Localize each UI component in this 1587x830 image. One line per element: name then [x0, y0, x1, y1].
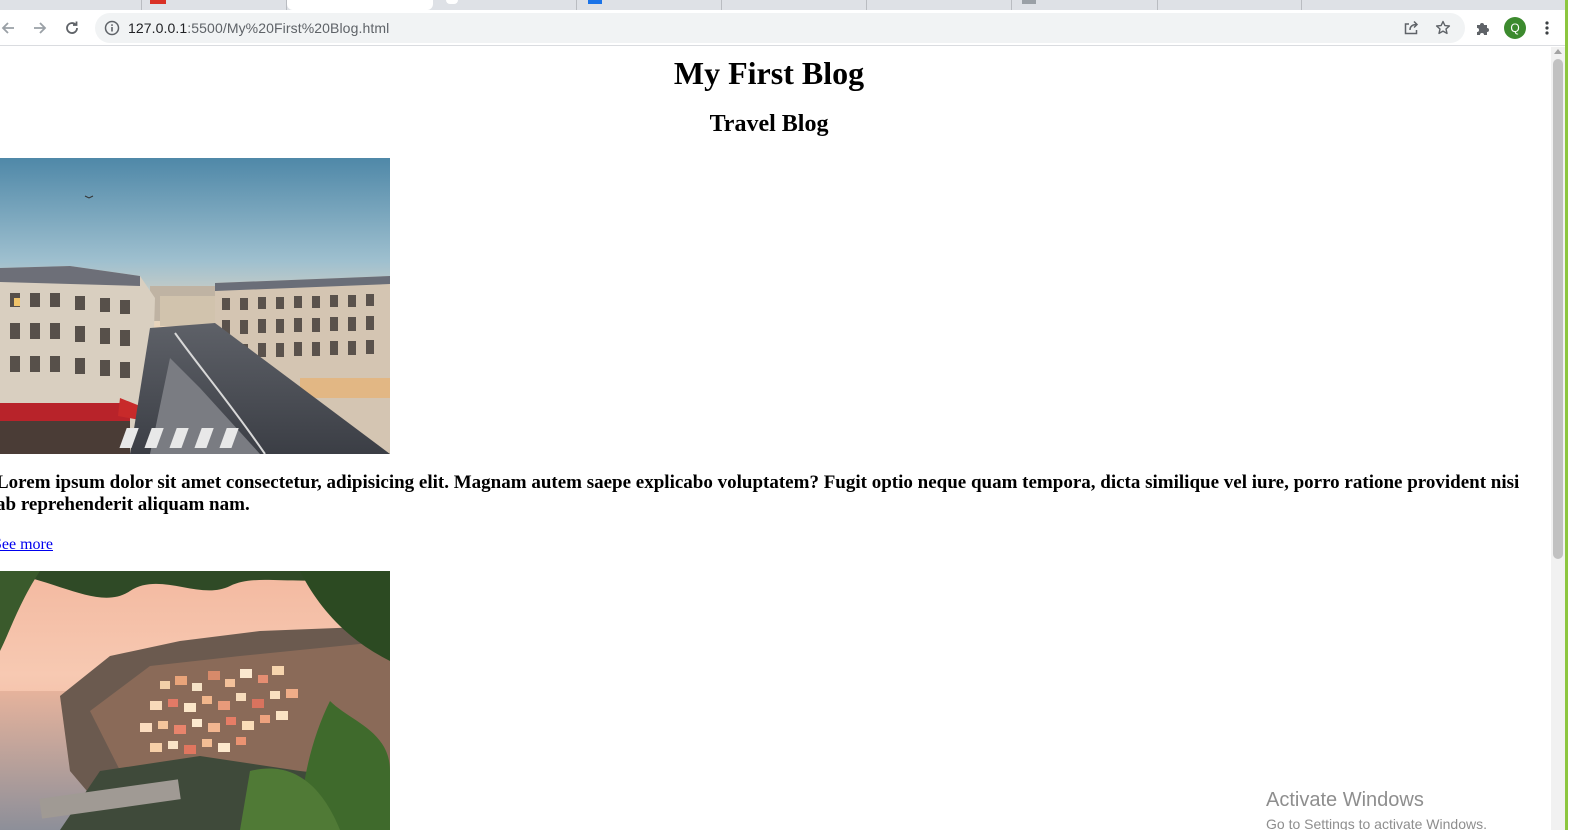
- window-edge: [1565, 0, 1587, 830]
- browser-toolbar: 127.0.0.1:5500/My%20First%20Blog.html Q: [0, 10, 1568, 46]
- browser-tab[interactable]: [867, 0, 1012, 10]
- site-info-button[interactable]: [100, 16, 124, 40]
- page-viewport: My First Blog Travel Blog Lorem ipsum do…: [0, 47, 1551, 830]
- see-more-link[interactable]: See more: [0, 536, 53, 554]
- back-button[interactable]: [0, 14, 22, 42]
- puzzle-icon: [1477, 23, 1489, 35]
- tab-strip: [0, 0, 1568, 10]
- star-icon: [1435, 20, 1451, 35]
- scrollbar-thumb[interactable]: [1553, 59, 1563, 559]
- browser-tab[interactable]: [0, 0, 142, 10]
- vertical-scrollbar[interactable]: [1551, 47, 1565, 830]
- arrow-right-icon: [34, 22, 47, 34]
- browser-menu-button[interactable]: [1533, 14, 1561, 42]
- browser-tab[interactable]: [1012, 0, 1158, 10]
- reload-icon: [66, 21, 78, 34]
- page-title: My First Blog: [673, 55, 865, 91]
- browser-tab[interactable]: [577, 0, 722, 10]
- browser-tab[interactable]: [433, 0, 577, 10]
- browser-tab[interactable]: [142, 0, 287, 10]
- scroll-up-icon[interactable]: [1554, 49, 1562, 54]
- profile-avatar[interactable]: Q: [1504, 17, 1526, 39]
- url-text[interactable]: 127.0.0.1:5500/My%20First%20Blog.html: [128, 20, 389, 36]
- forward-button[interactable]: [26, 14, 54, 42]
- reload-button[interactable]: [58, 14, 86, 42]
- browser-tab[interactable]: [1158, 0, 1302, 10]
- activate-windows-watermark: Activate Windows Go to Settings to activ…: [1266, 789, 1487, 830]
- share-button[interactable]: [1399, 16, 1423, 40]
- post-image-city: [0, 158, 390, 454]
- address-bar[interactable]: 127.0.0.1:5500/My%20First%20Blog.html: [95, 13, 1465, 43]
- info-icon: [104, 20, 120, 36]
- post-image-coast: [0, 571, 390, 830]
- browser-tab[interactable]: [722, 0, 867, 10]
- activate-title: Activate Windows: [1266, 789, 1424, 811]
- bookmark-button[interactable]: [1431, 16, 1455, 40]
- arrow-left-icon: [1, 22, 14, 34]
- browser-tab-active[interactable]: [287, 0, 433, 10]
- post-text: Lorem ipsum dolor sit amet consectetur, …: [0, 472, 1520, 515]
- page-subtitle: Travel Blog: [709, 111, 829, 137]
- extensions-button[interactable]: [1469, 14, 1497, 42]
- activate-subtitle: Go to Settings to activate Windows.: [1266, 816, 1487, 830]
- kebab-menu-icon: [1545, 21, 1549, 35]
- url-path: :5500/My%20First%20Blog.html: [187, 20, 390, 36]
- url-host: 127.0.0.1: [128, 20, 188, 36]
- share-icon: [1404, 20, 1419, 35]
